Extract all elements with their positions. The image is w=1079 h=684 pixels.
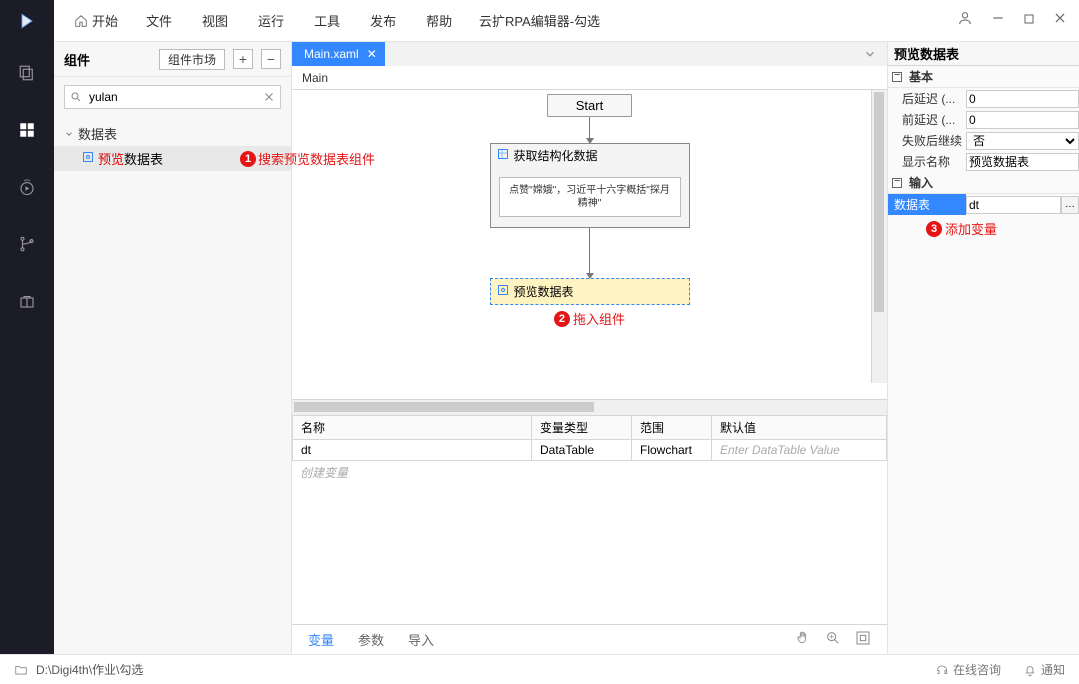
- tab-main[interactable]: Main.xaml ✕: [292, 42, 385, 66]
- titlebar: 开始 文件 视图 运行 工具 发布 帮助 云扩RPA编辑器-勾选: [0, 0, 1079, 42]
- menu-home[interactable]: 开始: [62, 0, 130, 41]
- close-icon[interactable]: [1053, 11, 1067, 30]
- properties-panel: 预览数据表 基本 后延迟 (... 前延迟 (... 失败后继续否 显示名称 输…: [888, 42, 1079, 654]
- menu-view[interactable]: 视图: [188, 0, 242, 41]
- sidebar-nav: [0, 42, 54, 654]
- prop-label-datatable: 数据表: [888, 194, 966, 215]
- menu-file[interactable]: 文件: [132, 0, 186, 41]
- activity-icon: [497, 284, 509, 299]
- home-icon: [74, 14, 88, 28]
- search-icon: [70, 90, 82, 108]
- variable-row[interactable]: dt DataTable Flowchart Enter DataTable V…: [292, 440, 887, 461]
- market-button[interactable]: 组件市场: [159, 49, 225, 70]
- statusbar: D:\Digi4th\作业\勾选 在线咨询 通知: [0, 654, 1079, 684]
- zoom-icon[interactable]: [825, 630, 841, 649]
- user-icon[interactable]: [957, 10, 973, 31]
- minimize-icon[interactable]: [991, 11, 1005, 30]
- tree-node-label: 数据表: [78, 124, 117, 143]
- prop-after-delay[interactable]: [966, 90, 1079, 108]
- node-get-structured-data[interactable]: 获取结构化数据 点赞"嫦娥"，习近平十六字概括"探月精神": [490, 143, 690, 228]
- component-panel-title: 组件: [64, 50, 151, 69]
- tab-bar: Main.xaml ✕: [292, 42, 887, 66]
- pan-icon[interactable]: [795, 630, 811, 649]
- col-default: 默认值: [712, 416, 887, 440]
- prop-label: 失败后继续: [888, 130, 966, 151]
- window-title: 云扩RPA编辑器-勾选: [479, 11, 600, 30]
- cell-type[interactable]: DataTable: [532, 440, 632, 461]
- tab-label: Main.xaml: [304, 47, 359, 61]
- prop-continue-on-fail[interactable]: 否: [966, 132, 1079, 150]
- prop-label: 前延迟 (...: [888, 109, 966, 130]
- cell-scope[interactable]: Flowchart: [632, 440, 712, 461]
- notify-link[interactable]: 通知: [1023, 661, 1065, 678]
- activity-icon: [497, 148, 509, 163]
- menu-tools[interactable]: 工具: [300, 0, 354, 41]
- breadcrumb[interactable]: Main: [292, 66, 887, 90]
- bell-icon: [1023, 663, 1037, 677]
- prop-label: 显示名称: [888, 151, 966, 172]
- main-area: Main.xaml ✕ Main Start 获取结构化数据 点赞"嫦娥"，习近…: [292, 42, 888, 654]
- create-variable[interactable]: 创建变量: [292, 461, 887, 484]
- col-type: 变量类型: [532, 416, 632, 440]
- node-start[interactable]: Start: [547, 94, 632, 117]
- scrollbar-horizontal[interactable]: [292, 399, 887, 415]
- tab-arguments[interactable]: 参数: [358, 630, 384, 649]
- maximize-icon[interactable]: [1023, 12, 1035, 30]
- folder-icon: [14, 663, 28, 677]
- flow-arrow: [589, 228, 590, 278]
- col-name: 名称: [292, 416, 532, 440]
- variables-panel: 名称 变量类型 范围 默认值 dt DataTable Flowchart En…: [292, 415, 887, 654]
- prop-display-name[interactable]: [966, 153, 1079, 171]
- search-input[interactable]: [64, 85, 281, 109]
- clear-search-icon[interactable]: [263, 90, 275, 108]
- designer-canvas[interactable]: Start 获取结构化数据 点赞"嫦娥"，习近平十六字概括"探月精神" 预览数据…: [292, 90, 887, 399]
- remove-button[interactable]: −: [261, 49, 281, 69]
- annotation-3: 3添加变量: [888, 219, 1079, 238]
- tab-close-icon[interactable]: ✕: [367, 47, 377, 61]
- annotation-1: 1搜索预览数据表组件: [240, 149, 375, 168]
- scrollbar-vertical[interactable]: [871, 90, 887, 383]
- chevron-down-icon: [64, 129, 74, 139]
- activity-icon: [82, 151, 94, 166]
- annotation-2: 2拖入组件: [554, 309, 625, 328]
- node-title: 获取结构化数据: [514, 147, 598, 164]
- prop-before-delay[interactable]: [966, 111, 1079, 129]
- menu-help[interactable]: 帮助: [412, 0, 466, 41]
- cell-name[interactable]: dt: [292, 440, 532, 461]
- properties-title: 预览数据表: [888, 42, 1079, 66]
- tab-variables[interactable]: 变量: [308, 630, 334, 649]
- status-path: D:\Digi4th\作业\勾选: [36, 661, 143, 678]
- run-icon[interactable]: [18, 178, 36, 201]
- menu-run[interactable]: 运行: [244, 0, 298, 41]
- components-icon[interactable]: [18, 121, 36, 144]
- cell-default[interactable]: Enter DataTable Value: [712, 440, 887, 461]
- app-logo: [0, 0, 54, 42]
- node-preview-datatable[interactable]: 预览数据表: [490, 278, 690, 305]
- package-icon[interactable]: [18, 292, 36, 315]
- prop-group-input[interactable]: 输入: [888, 172, 1079, 194]
- headset-icon: [935, 663, 949, 677]
- copy-icon[interactable]: [18, 64, 36, 87]
- prop-label: 后延迟 (...: [888, 88, 966, 109]
- prop-more-button[interactable]: …: [1061, 196, 1079, 214]
- node-body: 点赞"嫦娥"，习近平十六字概括"探月精神": [499, 177, 681, 217]
- col-scope: 范围: [632, 416, 712, 440]
- tab-expand-icon[interactable]: [853, 47, 887, 66]
- tree-leaf-preview-datatable[interactable]: 预览数据表 1搜索预览数据表组件: [54, 146, 291, 171]
- add-button[interactable]: +: [233, 49, 253, 69]
- branch-icon[interactable]: [18, 235, 36, 258]
- prop-group-basic[interactable]: 基本: [888, 66, 1079, 88]
- node-title: 预览数据表: [514, 283, 574, 300]
- menu-publish[interactable]: 发布: [356, 0, 410, 41]
- menu-home-label: 开始: [92, 11, 118, 30]
- prop-datatable-input[interactable]: [966, 196, 1061, 214]
- tree-node-datatable[interactable]: 数据表: [54, 121, 291, 146]
- component-panel: 组件 组件市场 + − 数据表 预览数据表 1搜索预览数据表组件: [54, 42, 292, 654]
- fit-icon[interactable]: [855, 630, 871, 649]
- flow-arrow: [589, 117, 590, 143]
- help-link[interactable]: 在线咨询: [935, 661, 1001, 678]
- tab-imports[interactable]: 导入: [408, 630, 434, 649]
